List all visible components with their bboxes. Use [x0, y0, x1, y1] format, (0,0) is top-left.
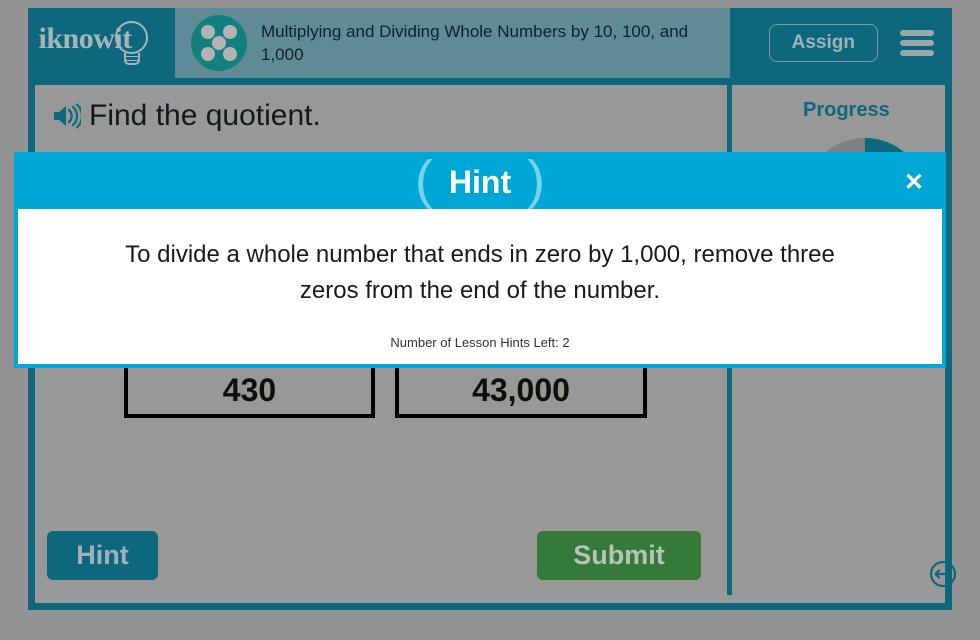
hint-text: To divide a whole number that ends in ze…: [125, 241, 835, 304]
lightbulb-icon: [114, 21, 148, 54]
lesson-title-panel: Multiplying and Dividing Whole Numbers b…: [175, 8, 730, 78]
answer-choice[interactable]: 43,000: [395, 366, 647, 418]
decorative-left-paren: (: [414, 149, 433, 210]
decorative-right-paren: ): [527, 149, 546, 210]
hint-title-group: ( Hint ): [415, 153, 545, 207]
answer-choice[interactable]: 430: [124, 366, 375, 418]
hint-modal-body: To divide a whole number that ends in ze…: [18, 209, 942, 364]
hint-modal: ( Hint ) ✕ To divide a whole number that…: [14, 152, 946, 368]
question-row: Find the quotient.: [51, 99, 321, 133]
assign-button[interactable]: Assign: [768, 24, 878, 62]
lesson-title: Multiplying and Dividing Whole Numbers b…: [261, 22, 689, 64]
hint-modal-title: Hint: [448, 164, 512, 200]
five-dot-circle-icon: [191, 15, 247, 71]
brand-logo[interactable]: iknowit: [28, 8, 175, 78]
progress-label: Progress: [803, 99, 890, 121]
question-prompt: Find the quotient.: [89, 99, 321, 132]
lightbulb-base-icon: [123, 53, 140, 65]
close-icon[interactable]: ✕: [904, 170, 924, 195]
speaker-icon[interactable]: [51, 101, 81, 131]
logo-graphic: iknowit: [37, 15, 167, 71]
app-header: iknowit Multiplying and Dividing Whole N…: [28, 8, 952, 78]
hamburger-menu-icon[interactable]: [900, 30, 934, 56]
hint-modal-header: ( Hint ) ✕: [18, 153, 942, 209]
hint-button[interactable]: Hint: [47, 531, 158, 580]
submit-button[interactable]: Submit: [537, 531, 701, 580]
resize-horizontal-icon[interactable]: [929, 560, 957, 588]
hints-remaining-label: Number of Lesson Hints Left: 2: [390, 335, 570, 350]
header-actions: Assign: [730, 8, 952, 78]
